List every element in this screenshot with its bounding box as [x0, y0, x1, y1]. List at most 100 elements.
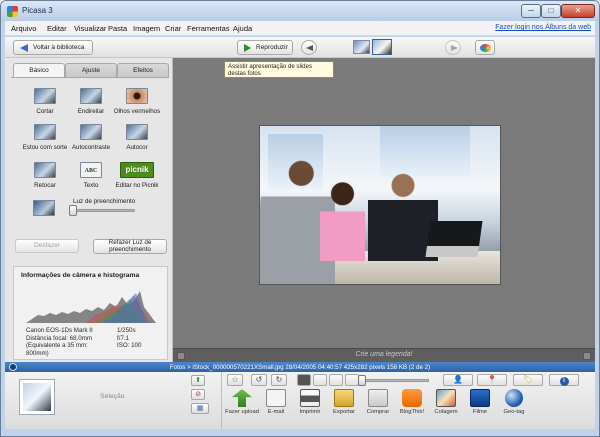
collage-button[interactable]: Colagem [429, 389, 463, 416]
title-bar: Picasa 3 ─ □ ✕ [1, 1, 599, 21]
crop-button[interactable]: Cortar [19, 88, 71, 115]
text-label: Texto [83, 182, 99, 189]
focal-equivalent-value: 800mm) [26, 349, 49, 357]
movie-button[interactable]: Filme [463, 389, 497, 416]
camera-info-panel: Informações de câmera e histograma Canon… [13, 266, 168, 360]
buy-button[interactable]: Comprar [361, 389, 395, 416]
filmstrip-thumbnail-selected[interactable] [372, 39, 392, 55]
back-to-library-button[interactable]: Voltar à biblioteca [13, 40, 93, 55]
next-photo-button[interactable] [445, 40, 461, 55]
people-button[interactable]: 👤 [443, 374, 473, 386]
fill-light-slider[interactable] [71, 209, 135, 212]
camera-meta-right: 1/250s f/7.1 ISO: 100 [117, 327, 141, 350]
retouch-button[interactable]: Retocar [19, 162, 71, 189]
blogger-icon [402, 389, 422, 407]
back-to-library-label: Voltar à biblioteca [33, 44, 85, 51]
close-button[interactable]: ✕ [561, 4, 595, 18]
minimize-button[interactable]: ─ [521, 4, 541, 18]
auto-color-button[interactable]: Autocor [111, 124, 163, 151]
export-label: Exportar [333, 409, 355, 415]
web-albums-login-link[interactable]: Fazer login nos Álbuns da web [495, 24, 591, 31]
edit-in-picnik-label: Editar no Picnik [115, 182, 159, 189]
tab-effects[interactable]: Efeitos [117, 63, 169, 77]
view-mode-1-button[interactable] [297, 374, 311, 386]
red-eye-button[interactable]: Olhos vermelhos [111, 88, 163, 115]
movie-icon [470, 389, 490, 407]
im-feeling-lucky-icon [34, 124, 56, 140]
caption-bar: Crie uma legenda! [173, 348, 595, 362]
picasa-menu-button[interactable] [475, 40, 495, 55]
previous-arrow-icon [306, 45, 313, 51]
tab-tuning[interactable]: Ajuste [65, 63, 117, 77]
zoom-slider[interactable] [363, 379, 429, 382]
pinwheel-icon [480, 44, 491, 52]
filmstrip-thumbnail[interactable] [353, 40, 370, 54]
im-feeling-lucky-button[interactable]: Estou com sorte [19, 124, 71, 151]
collage-icon [436, 389, 456, 407]
info-icon: i [559, 377, 569, 386]
text-button[interactable]: ABC Texto [65, 162, 117, 189]
blogthis-button[interactable]: BlogThis! [395, 389, 429, 416]
tray-thumbnail-image [23, 383, 51, 411]
menu-visualizar[interactable]: Visualizar [74, 24, 106, 33]
upload-button[interactable]: Fazer upload [225, 389, 259, 416]
menu-imagem[interactable]: Imagem [133, 24, 160, 33]
menu-ajuda[interactable]: Ajuda [233, 24, 252, 33]
caption-right-toggle[interactable] [583, 352, 591, 360]
fill-light-thumbnail [33, 200, 55, 216]
photo-preview[interactable] [259, 125, 501, 285]
crop-icon [34, 88, 56, 104]
tab-basic-fixes[interactable]: Básico [13, 63, 65, 77]
auto-contrast-label: Autocontraste [71, 144, 111, 151]
caption-input[interactable]: Crie uma legenda! [173, 351, 595, 358]
photo-laptop [425, 221, 483, 257]
view-mode-4-button[interactable] [345, 374, 359, 386]
rotate-left-button[interactable]: ↺ [251, 374, 267, 386]
photo-person-middle [320, 181, 365, 261]
redo-fill-light-button[interactable]: Refazer Luz de preenchimento [93, 239, 167, 254]
tray-selected-thumbnail[interactable] [19, 379, 55, 415]
email-button[interactable]: E-mail [259, 389, 293, 416]
picnik-icon: picnik [120, 162, 154, 178]
auto-contrast-button[interactable]: Autocontraste [65, 124, 117, 151]
menu-editar[interactable]: Editar [47, 24, 67, 33]
movie-label: Filme [472, 409, 488, 415]
menu-arquivo[interactable]: Arquivo [11, 24, 36, 33]
places-button[interactable]: 📍 [477, 374, 507, 386]
add-to-album-button[interactable]: ▦ [191, 403, 209, 414]
star-button[interactable]: ☆ [227, 374, 243, 386]
edit-in-picnik-button[interactable]: picnik Editar no Picnik [111, 162, 163, 189]
red-eye-label: Olhos vermelhos [113, 108, 161, 115]
straighten-button[interactable]: Endireitar [65, 88, 117, 115]
camera-info-title: Informações de câmera e histograma [21, 272, 140, 279]
menu-pasta[interactable]: Pasta [108, 24, 127, 33]
window-title: Picasa 3 [22, 6, 53, 15]
view-mode-3-button[interactable] [329, 374, 343, 386]
export-button[interactable]: Exportar [327, 389, 361, 416]
geotag-button[interactable]: Geo-tag [497, 389, 531, 416]
play-slideshow-button[interactable]: Reproduzir [237, 40, 293, 55]
maximize-button[interactable]: □ [541, 4, 561, 18]
fill-light-slider-handle[interactable] [69, 205, 77, 216]
rotate-right-button[interactable]: ↻ [271, 374, 287, 386]
red-eye-icon [126, 88, 148, 104]
camera-model: Canon EOS-1Ds Mark II [26, 327, 93, 334]
zoom-slider-handle[interactable] [358, 375, 366, 386]
undo-button[interactable]: Desfazer [15, 239, 79, 253]
view-mode-2-button[interactable] [313, 374, 327, 386]
shutter-speed: 1/250s [117, 327, 136, 334]
print-button[interactable]: Imprimir [293, 389, 327, 416]
clear-tray-button[interactable]: ⊘ [191, 389, 205, 400]
print-label: Imprimir [299, 409, 321, 415]
buy-label: Comprar [366, 409, 390, 415]
hold-selected-button[interactable]: ⬆ [191, 375, 205, 386]
straighten-label: Endireitar [77, 108, 105, 115]
menu-ferramentas[interactable]: Ferramentas [187, 24, 230, 33]
selection-label: Seleção [100, 393, 125, 400]
back-arrow-icon [20, 44, 28, 52]
previous-photo-button[interactable] [301, 40, 317, 55]
tags-button[interactable]: 🏷 [513, 374, 543, 386]
menu-criar[interactable]: Criar [165, 24, 181, 33]
properties-button[interactable]: i [549, 374, 579, 386]
camera-meta-left: Canon EOS-1Ds Mark II Distância focal: 6… [26, 327, 93, 357]
